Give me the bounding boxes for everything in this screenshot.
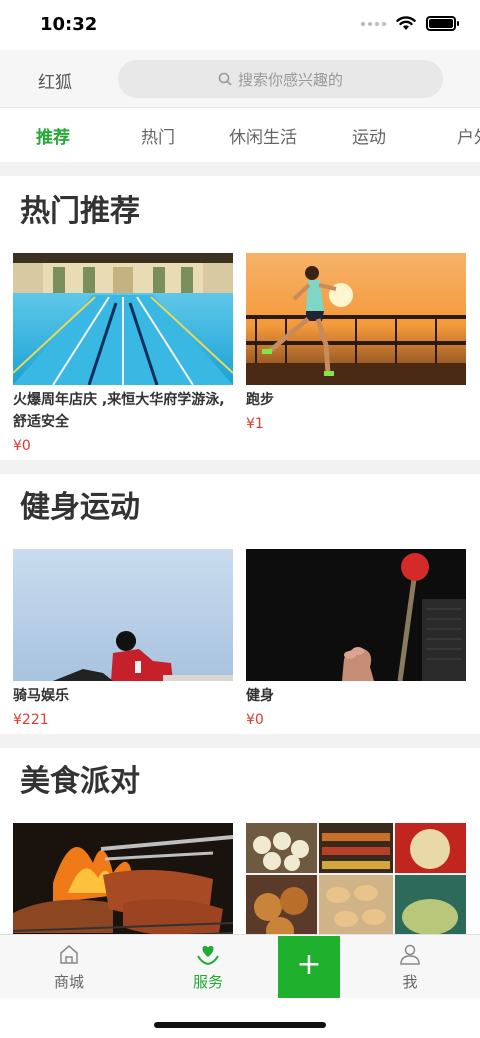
tab-outdoor[interactable]: 户外 bbox=[457, 123, 480, 148]
swimming-pool-image bbox=[13, 253, 233, 385]
signal-icon bbox=[361, 21, 386, 26]
card-title: 跑步 bbox=[246, 392, 274, 408]
card-price: ¥1 bbox=[246, 416, 264, 432]
horse-rider-image bbox=[13, 549, 233, 681]
tab-mall[interactable]: 商城 bbox=[29, 943, 109, 992]
tab-service[interactable]: 服务 bbox=[168, 943, 248, 992]
divider bbox=[0, 460, 480, 474]
section-title-fitness: 健身运动 bbox=[20, 490, 140, 525]
product-card[interactable]: 健身 ¥0 bbox=[246, 549, 466, 731]
status-time: 10:32 bbox=[40, 14, 98, 35]
tab-label: 商城 bbox=[53, 973, 84, 991]
user-icon bbox=[400, 944, 420, 965]
tab-sports[interactable]: 运动 bbox=[352, 123, 386, 148]
home-indicator bbox=[154, 1022, 326, 1028]
tab-label: 我 bbox=[402, 973, 418, 991]
card-price: ¥221 bbox=[13, 712, 49, 728]
tab-me[interactable]: 我 bbox=[370, 943, 450, 992]
card-price: ¥0 bbox=[246, 712, 264, 728]
card-title: 健身 bbox=[246, 688, 274, 704]
bottom-tab-bar: 商城 服务 我 bbox=[0, 934, 480, 998]
divider bbox=[0, 162, 480, 176]
status-bar: 10:32 bbox=[0, 0, 480, 50]
status-icons bbox=[361, 16, 459, 31]
category-tabs: 推荐 热门 休闲生活 运动 户外 bbox=[0, 108, 480, 162]
product-card[interactable]: 跑步 ¥1 bbox=[246, 253, 466, 435]
tab-label: 服务 bbox=[192, 973, 223, 991]
card-title: 骑马娱乐 bbox=[13, 688, 69, 704]
add-button[interactable]: + bbox=[278, 936, 340, 998]
divider bbox=[0, 734, 480, 748]
plus-icon: + bbox=[296, 947, 322, 982]
gym-equipment-image bbox=[246, 549, 466, 681]
search-placeholder: 搜索你感兴趣的 bbox=[237, 70, 343, 89]
wifi-icon bbox=[396, 16, 416, 30]
search-icon bbox=[218, 72, 232, 86]
battery-icon bbox=[426, 16, 459, 31]
runner-sunset-image bbox=[246, 253, 466, 385]
section-title-food: 美食派对 bbox=[20, 764, 140, 799]
tab-leisure[interactable]: 休闲生活 bbox=[229, 123, 297, 148]
section-title-hot: 热门推荐 bbox=[20, 194, 140, 229]
tab-recommend[interactable]: 推荐 bbox=[36, 123, 70, 148]
card-title: 火爆周年店庆 ,来恒大华府学游泳,舒适安全 bbox=[13, 392, 225, 430]
tab-hot[interactable]: 热门 bbox=[141, 123, 175, 148]
product-card[interactable]: 骑马娱乐 ¥221 bbox=[13, 549, 233, 731]
card-price: ¥0 bbox=[13, 438, 31, 454]
heart-hand-icon bbox=[197, 945, 219, 966]
product-card[interactable]: 火爆周年店庆 ,来恒大华府学游泳,舒适安全 ¥0 bbox=[13, 253, 233, 457]
header: 红狐 搜索你感兴趣的 bbox=[0, 50, 480, 108]
home-icon bbox=[60, 945, 78, 964]
city-selector[interactable]: 红狐 bbox=[38, 68, 72, 93]
search-input[interactable]: 搜索你感兴趣的 bbox=[118, 60, 443, 98]
